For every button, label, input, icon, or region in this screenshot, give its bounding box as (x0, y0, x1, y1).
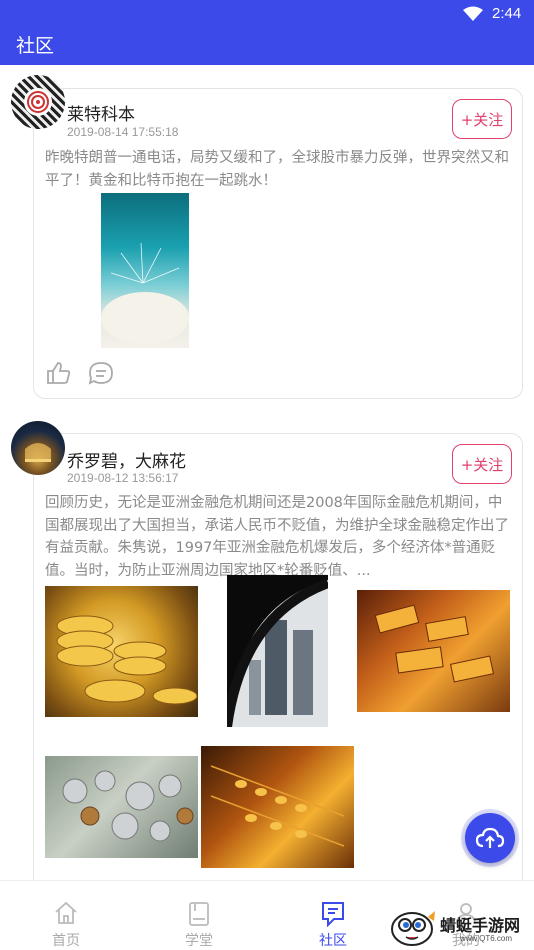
post-username[interactable]: 莱特科本 (67, 100, 135, 125)
post-image[interactable] (45, 586, 198, 717)
dragonfly-logo-icon (391, 911, 435, 946)
community-icon (322, 902, 344, 927)
wifi-icon (463, 6, 483, 21)
post-image[interactable] (201, 746, 354, 868)
tab-label: 社区 (319, 933, 347, 949)
post-image[interactable] (101, 193, 189, 348)
upload-post-button[interactable] (465, 813, 515, 863)
avatar[interactable] (11, 421, 65, 475)
tab-community[interactable]: 社区 (293, 881, 373, 950)
community-feed[interactable]: 莱特科本 2019-08-14 17:55:18 +关注 昨晚特朗普一通电话，局… (0, 65, 534, 880)
tab-school[interactable]: 学堂 (159, 881, 239, 950)
watermark-url: www.QT6.com (460, 934, 513, 943)
comment-icon[interactable] (88, 361, 114, 385)
like-icon[interactable] (46, 361, 72, 385)
tab-label: 首页 (52, 933, 80, 949)
post-image[interactable] (45, 756, 198, 858)
status-bar: 2:44 (0, 0, 534, 28)
post-image[interactable] (357, 590, 510, 712)
avatar[interactable] (11, 75, 65, 129)
book-icon (189, 902, 209, 926)
page-title: 社区 (16, 35, 55, 57)
follow-button[interactable]: +关注 (452, 444, 512, 484)
home-icon (55, 901, 77, 924)
app-bar: 社区 (0, 28, 534, 65)
post-text[interactable]: 回顾历史，无论是亚洲金融危机期间还是2008年国际金融危机期间，中国都展现出了大… (45, 492, 515, 582)
post-image[interactable] (227, 575, 328, 727)
post-username[interactable]: 乔罗碧，大麻花 (67, 447, 186, 472)
clock: 2:44 (492, 5, 522, 22)
watermark-brand: 蜻蜓手游网 (440, 916, 521, 935)
follow-button[interactable]: +关注 (452, 99, 512, 139)
cloud-upload-icon (475, 827, 505, 848)
watermark: 蜻蜓手游网 www.QT6.com (388, 905, 534, 949)
post-text[interactable]: 昨晚特朗普一通电话，局势又缓和了，全球股市暴力反弹，世界突然又和平了！黄金和比特… (45, 147, 510, 193)
tab-label: 学堂 (185, 933, 213, 949)
post-date: 2019-08-12 13:56:17 (67, 471, 179, 485)
tab-home[interactable]: 首页 (26, 881, 106, 950)
post-date: 2019-08-14 17:55:18 (67, 125, 179, 139)
